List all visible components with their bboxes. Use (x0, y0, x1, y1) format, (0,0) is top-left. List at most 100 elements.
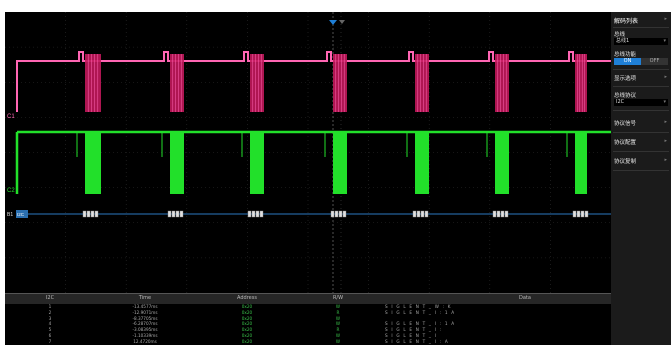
pink-burst (333, 54, 347, 112)
menu-divider (613, 69, 669, 70)
row-index: 4 (48, 321, 52, 327)
row-address: 0x20 (241, 333, 253, 338)
row-time: -3.08395ms (132, 327, 158, 333)
protocol-select[interactable]: I2C ▾ (614, 99, 668, 106)
row-index: 5 (48, 327, 52, 333)
protocol-signal-item[interactable]: 协议信号 ▸ (614, 119, 671, 127)
row-time: -13.4577ms (132, 304, 158, 309)
decode-packet-marker (584, 210, 589, 218)
decode-packet-marker (82, 210, 87, 218)
protocol-select-value: I2C (616, 99, 625, 105)
col-header-rw[interactable]: R/W (323, 295, 353, 301)
display-options-label: 显示选项 (614, 76, 637, 82)
row-rw: W (335, 304, 341, 309)
menu-divider (613, 151, 669, 152)
col-header-index[interactable]: I2C (35, 295, 65, 301)
green-burst (575, 132, 587, 194)
menu-arrow-icon: ▸ (664, 16, 667, 22)
decode-packet-marker (492, 210, 497, 218)
row-data: S I G L E N T _ I : 1 A (385, 309, 456, 315)
table-row[interactable]: 7 12.4720ms 0x20 W S I G L E N T _ I : A (5, 339, 611, 344)
chevron-down-icon: ▾ (663, 99, 666, 105)
row-rw: W (335, 321, 341, 327)
decode-table: I2C Time Address R/W Data 1 -13.4577ms 0x2… (5, 293, 611, 345)
decode-packet-marker (171, 210, 176, 218)
col-header-data[interactable]: Data (505, 295, 545, 301)
menu-divider (613, 86, 669, 87)
row-address: 0x20 (241, 309, 253, 315)
toggle-off-option[interactable]: OFF (641, 58, 668, 65)
display-options-item[interactable]: 显示选项 ▸ (614, 74, 671, 82)
decode-packet-marker (420, 210, 425, 218)
decode-packet-marker (500, 210, 505, 218)
chevron-right-icon: ▸ (664, 138, 667, 144)
menu-title: 解码列表 (614, 18, 639, 25)
channel-label-c2: C2 (7, 188, 15, 194)
row-index: 1 (48, 304, 52, 309)
row-data: S I G L E N T _ I : (385, 327, 443, 333)
decode-packet-marker (167, 210, 172, 218)
row-rw: R (336, 327, 340, 333)
bus-function-label: 总线功能 (614, 52, 637, 58)
protocol-config-item[interactable]: 协议配置 ▸ (614, 138, 671, 146)
row-data: S I G L E N T _ I : 1 A (385, 321, 456, 327)
table-row[interactable]: 1 -13.4577ms 0x20 W S I G L E N T _ W : K (5, 304, 611, 309)
row-address: 0x20 (241, 327, 253, 333)
toggle-on-option[interactable]: ON (614, 58, 641, 65)
row-rw: W (335, 333, 341, 338)
decode-packet-marker (251, 210, 256, 218)
decode-packet-marker (496, 210, 501, 218)
row-address: 0x20 (241, 338, 253, 344)
bus-function-toggle[interactable]: ON OFF (614, 58, 668, 65)
waveform-plot: C1 C2 B1 I2C (5, 12, 611, 293)
menu-divider (613, 110, 669, 111)
bus-select-value: 总线1 (616, 38, 630, 44)
decode-menu-sidebar: 解码列表 ▸ 总线 总线1 ▾ 总线功能 ON OFF 显示选项 ▸ 总线协议 … (611, 12, 671, 345)
pink-burst (85, 54, 101, 112)
pink-burst (415, 54, 429, 112)
protocol-copy-item[interactable]: 协议复制 ▸ (614, 157, 671, 165)
row-address: 0x20 (241, 304, 253, 309)
decode-packet-marker (175, 210, 180, 218)
decode-packet-marker (342, 210, 347, 218)
green-burst (85, 132, 101, 194)
decode-packet-marker (580, 210, 585, 218)
decode-packet-marker (572, 210, 577, 218)
green-burst (170, 132, 184, 194)
oscilloscope-display: C1 C2 B1 I2C I2C Time Address R/W Data 1 -13… (5, 12, 611, 345)
trigger-marker-icon (329, 20, 337, 25)
decode-packet-marker (412, 210, 417, 218)
decode-packet-marker (424, 210, 429, 218)
pink-burst (575, 54, 587, 112)
chevron-down-icon: ▾ (663, 38, 666, 44)
decode-packet-marker (416, 210, 421, 218)
row-rw: R (336, 309, 340, 315)
row-index: 3 (48, 315, 52, 321)
row-rw: W (335, 338, 341, 344)
decode-packet-marker (259, 210, 264, 218)
chevron-right-icon: ▸ (664, 119, 667, 125)
row-time: -6.28707ms (132, 321, 158, 327)
table-row[interactable]: 2 -12.9071ms 0x20 R S I G L E N T _ I : 1 A (5, 310, 611, 315)
decode-packet-marker (247, 210, 252, 218)
table-row[interactable]: 6 -1.10339ms 0x20 W S I G L E N T _ I (5, 333, 611, 338)
table-row[interactable]: 4 -6.28707ms 0x20 W S I G L E N T _ I : 1 A (5, 321, 611, 326)
row-data: S I G L E N T _ W : K (385, 304, 452, 309)
protocol-signal-label: 协议信号 (614, 121, 637, 127)
col-header-time[interactable]: Time (125, 295, 165, 301)
row-address: 0x20 (241, 321, 253, 327)
row-time: -1.10339ms (132, 333, 158, 338)
table-row[interactable]: 3 -8.37705ms 0x20 W (5, 316, 611, 321)
channel-label-c1: C1 (7, 114, 15, 120)
green-burst (495, 132, 509, 194)
bus-label: 总线 (614, 32, 626, 38)
decode-packet-marker (90, 210, 95, 218)
table-row[interactable]: 5 -3.08395ms 0x20 R S I G L E N T _ I : (5, 327, 611, 332)
bus-select[interactable]: 总线1 ▾ (614, 38, 668, 45)
row-index: 7 (48, 338, 52, 344)
col-header-address[interactable]: Address (227, 295, 267, 301)
row-rw: W (335, 315, 341, 321)
green-burst (415, 132, 429, 194)
chevron-right-icon: ▸ (664, 157, 667, 163)
decode-packet-marker (330, 210, 335, 218)
